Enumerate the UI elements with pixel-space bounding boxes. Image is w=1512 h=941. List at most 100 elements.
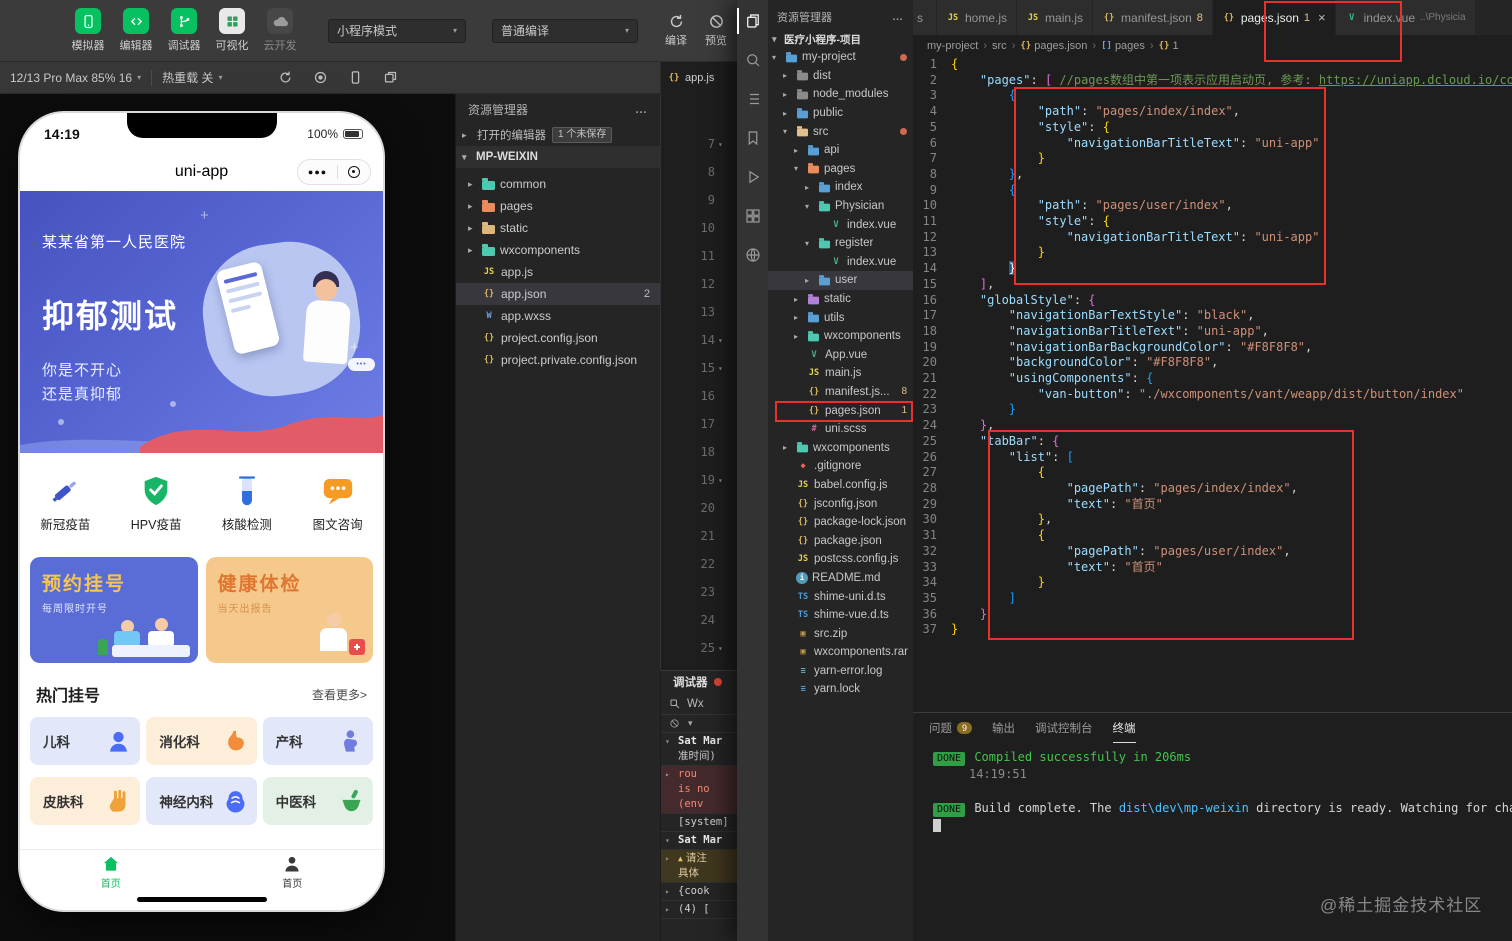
console-entry[interactable]: ▸ rou is no (env [661,766,737,814]
open-editors-row[interactable]: ▸ 打开的编辑器 1 个未保存 [456,124,660,146]
devtools-editor-tab[interactable]: {} app.js [660,61,737,94]
expand-icon[interactable]: ▾ [665,833,675,848]
see-more-link[interactable]: 查看更多> [312,686,367,703]
more-icon[interactable]: … [892,11,904,23]
breadcrumb-item[interactable]: {} 1 [1159,40,1179,52]
panels-icon[interactable] [383,70,398,85]
vsc-tree-item-postcss.config.js[interactable]: JS postcss.config.js [768,550,913,569]
fold-icon[interactable]: ▾ [718,476,727,485]
promo-card-1[interactable]: 健康体检 当天出报告 [205,557,373,663]
vsc-tree-item-index.vue[interactable]: Vindex.vue [768,253,913,272]
extensions-icon[interactable] [737,203,768,229]
service-item-2[interactable]: 核酸检测 [202,455,293,551]
vsc-tree-item-register[interactable]: ▾ register [768,234,913,253]
vsc-tree-item-dist[interactable]: ▸ dist [768,67,913,86]
vsc-tree-item-static[interactable]: ▸ static [768,290,913,309]
editor-tab-pages.json[interactable]: {} pages.json 1 × [1212,0,1336,35]
vsc-tree-item-package-lock.json[interactable]: {} package-lock.json [768,513,913,532]
vsc-tree-item-.gitignore[interactable]: ◆ .gitignore [768,457,913,476]
phone-tab-0[interactable]: 首页 [20,850,202,893]
run-debug-icon[interactable] [737,164,768,190]
console-entry[interactable]: [system] [661,814,737,832]
vsc-tree-item-shime-uni.d.ts[interactable]: TS shime-uni.d.ts [768,587,913,606]
expand-icon[interactable]: ▸ [665,902,675,917]
panel-tab-输出[interactable]: 输出 [992,713,1015,743]
search-icon[interactable] [737,47,768,73]
toolbar-button-2[interactable]: 调试器 [160,8,208,53]
vsc-tree-item-wxcomponents.rar[interactable]: ▣ wxcomponents.rar [768,643,913,662]
fold-icon[interactable]: ▾ [718,644,727,653]
service-item-3[interactable]: 图文咨询 [292,455,383,551]
vsc-tree-item-utils[interactable]: ▸ utils [768,308,913,327]
vsc-tree-item-yarn-error.log[interactable]: ≡ yarn-error.log [768,662,913,681]
preview-button[interactable]: 预览 [696,13,736,48]
wdt-tree-item-project.config.json[interactable]: {} project.config.json [456,327,660,349]
vsc-tree-item-wxcomponents[interactable]: ▸ wxcomponents [768,327,913,346]
hero-banner[interactable]: 某某省第一人民医院 抑郁测试 你是不开心 还是真抑郁 + + ••• [20,191,383,453]
editor-tab-s[interactable]: s [913,0,937,35]
capsule-menu[interactable]: ●●● [297,159,371,185]
wdt-tree-item-wxcomponents[interactable]: ▸ wxcomponents [456,239,660,261]
clear-console-icon[interactable] [669,718,680,729]
vsc-tree-item-yarn.lock[interactable]: ≡ yarn.lock [768,680,913,699]
breadcrumb[interactable]: my-project › src › {} pages.json › [] pages › {} 1 [913,35,1512,57]
toolbar-button-3[interactable]: 可视化 [208,8,256,53]
expand-icon[interactable] [665,749,675,764]
wdt-tree-item-app.wxss[interactable]: Wapp.wxss [456,305,660,327]
close-tab-icon[interactable]: × [1318,10,1326,25]
vsc-tree-item-App.vue[interactable]: V App.vue [768,346,913,365]
editor-tab-manifest.json[interactable]: {} manifest.json 8 [1093,0,1213,35]
device-selector[interactable]: 12/13 Pro Max 85% 16 [10,71,132,85]
vsc-tree-item-src[interactable]: ▾ src [768,122,913,141]
outline-icon[interactable] [737,86,768,112]
service-item-1[interactable]: HPV疫苗 [111,455,202,551]
vsc-terminal[interactable]: DONE Compiled successfully in 206ms 14:19… [933,749,1512,834]
vsc-tree-item-uni.scss[interactable]: # uni.scss [768,420,913,439]
vsc-tree-item-index.vue[interactable]: Vindex.vue [768,215,913,234]
breadcrumb-item[interactable]: src [992,40,1007,52]
panel-tab-终端[interactable]: 终端 [1112,713,1136,743]
department-item-0[interactable]: 儿科 [30,717,141,765]
compile-mode-dropdown[interactable]: 普通编译 ▾ [492,18,638,43]
department-item-4[interactable]: 神经内科 [146,777,257,825]
console-entry[interactable]: ▾ Sat Mar [661,832,737,850]
wdt-tree-item-app.js[interactable]: JS app.js [456,261,660,283]
fold-icon[interactable]: ▾ [718,364,727,373]
expand-icon[interactable]: ▸ [665,851,675,866]
department-item-2[interactable]: 产科 [262,717,373,765]
wdt-tree-item-common[interactable]: ▸ common [456,173,660,195]
vsc-tree-item-index[interactable]: ▸ index [768,178,913,197]
expand-icon[interactable] [665,866,675,881]
vsc-tree-item-wxcomponents[interactable]: ▸ wxcomponents [768,438,913,457]
target-icon[interactable] [348,166,361,178]
wdt-tree-item-app.json[interactable]: {} app.json 2 [456,283,660,305]
console-entry[interactable]: ▸ ▲ 请注 具体 [661,850,737,883]
wdt-tree-item-project.private.config.json[interactable]: {} project.private.config.json [456,349,660,371]
compile-button[interactable]: 编译 [656,13,696,48]
debugger-tab-wxml[interactable]: Wx [687,698,704,710]
console-entry[interactable]: ▸ (4) [ [661,901,737,919]
vsc-tree-item-shime-vue.d.ts[interactable]: TS shime-vue.d.ts [768,606,913,625]
vsc-tree-item-node_modules[interactable]: ▸ node_modules [768,85,913,104]
bookmark-icon[interactable] [737,125,768,151]
record-icon[interactable] [313,70,328,85]
vsc-tree-item-manifest.js...[interactable]: {} manifest.js... 8 [768,383,913,402]
hot-reload-toggle[interactable]: 热重载 关 [162,69,213,86]
fold-icon[interactable]: ▾ [718,140,727,149]
more-icon[interactable]: … [635,102,648,116]
vsc-code[interactable]: 1{2 "pages": [ //pages数组中第一项表示应用启动页, 参考:… [913,57,1512,657]
vsc-tree-item-api[interactable]: ▸ api [768,141,913,160]
editor-tab-main.js[interactable]: JS main.js [1017,0,1094,35]
vsc-tree-item-user[interactable]: ▸ user [768,271,913,290]
vsc-tree-item-pages[interactable]: ▾ pages [768,160,913,179]
vsc-tree-item-jsconfig.json[interactable]: {} jsconfig.json [768,494,913,513]
expand-icon[interactable]: ▾ [665,734,675,749]
breadcrumb-item[interactable]: {} pages.json [1020,40,1087,52]
expand-icon[interactable]: ▸ [665,767,675,782]
phone-tab-1[interactable]: 首页 [202,850,384,893]
toolbar-button-0[interactable]: 模拟器 [64,8,112,53]
restart-icon[interactable] [278,70,293,85]
project-root-row[interactable]: ▾ MP-WEIXIN [456,146,660,168]
department-item-3[interactable]: 皮肤科 [30,777,141,825]
vsc-tree-item-babel.config.js[interactable]: JS babel.config.js [768,476,913,495]
